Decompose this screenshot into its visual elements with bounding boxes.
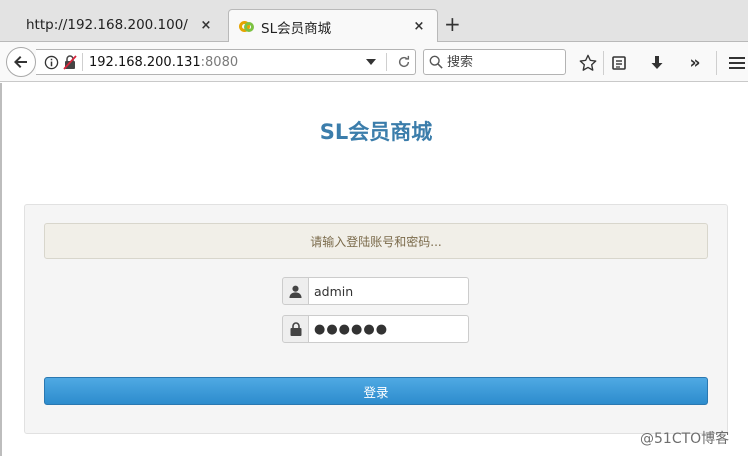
username-input[interactable]: [309, 277, 469, 305]
user-icon: [282, 277, 309, 305]
username-group: [282, 277, 469, 305]
reading-list-icon[interactable]: [608, 52, 630, 74]
hamburger-menu-icon[interactable]: [726, 52, 748, 74]
password-group: [282, 315, 469, 343]
lock-icon: [282, 315, 309, 343]
divider: [716, 51, 717, 75]
new-tab-button[interactable]: +: [444, 14, 461, 34]
tab-close-button[interactable]: ×: [198, 18, 214, 33]
tab-strip: http://192.168.200.100/ × SL会员商城 × +: [0, 0, 748, 43]
overflow-chevron-text: »: [689, 52, 701, 73]
back-button[interactable]: [6, 47, 36, 77]
tab-inactive[interactable]: http://192.168.200.100/ ×: [16, 8, 224, 42]
url-dropdown-icon[interactable]: [362, 59, 380, 65]
insecure-lock-icon[interactable]: [62, 54, 78, 70]
tab-title: SL会员商城: [261, 20, 332, 37]
navigation-toolbar: 192.168.200.131:8080 »: [0, 42, 748, 82]
tab-title: http://192.168.200.100/: [26, 17, 188, 33]
search-input[interactable]: [447, 54, 557, 70]
login-button[interactable]: 登录: [44, 377, 708, 405]
divider: [603, 51, 604, 75]
overflow-chevron-icon[interactable]: »: [684, 52, 706, 74]
bookmark-star-icon[interactable]: [577, 52, 599, 74]
site-info-icon[interactable]: [42, 55, 60, 70]
login-alert: 请输入登陆账号和密码...: [44, 223, 708, 259]
watermark: @51CTO博客: [640, 431, 730, 447]
page-title: SL会员商城: [319, 120, 433, 144]
tab-close-button[interactable]: ×: [411, 19, 427, 34]
search-bar[interactable]: [423, 49, 566, 75]
site-favicon-icon: [239, 19, 255, 35]
divider: [82, 53, 83, 71]
divider: [386, 53, 387, 71]
reload-icon[interactable]: [393, 55, 415, 69]
address-bar[interactable]: 192.168.200.131:8080: [36, 49, 416, 75]
tab-active[interactable]: SL会员商城 ×: [228, 9, 438, 43]
page-content: SL会员商城 请输入登陆账号和密码... 登录: [0, 83, 748, 456]
login-panel: 请输入登陆账号和密码... 登录: [24, 204, 728, 434]
url-host: 192.168.200.131: [89, 54, 201, 70]
url-text[interactable]: 192.168.200.131:8080: [89, 55, 362, 70]
search-icon: [429, 55, 443, 69]
password-input[interactable]: [309, 315, 469, 343]
back-arrow-icon: [14, 56, 27, 68]
url-port: :8080: [200, 54, 239, 70]
download-icon[interactable]: [646, 52, 668, 74]
